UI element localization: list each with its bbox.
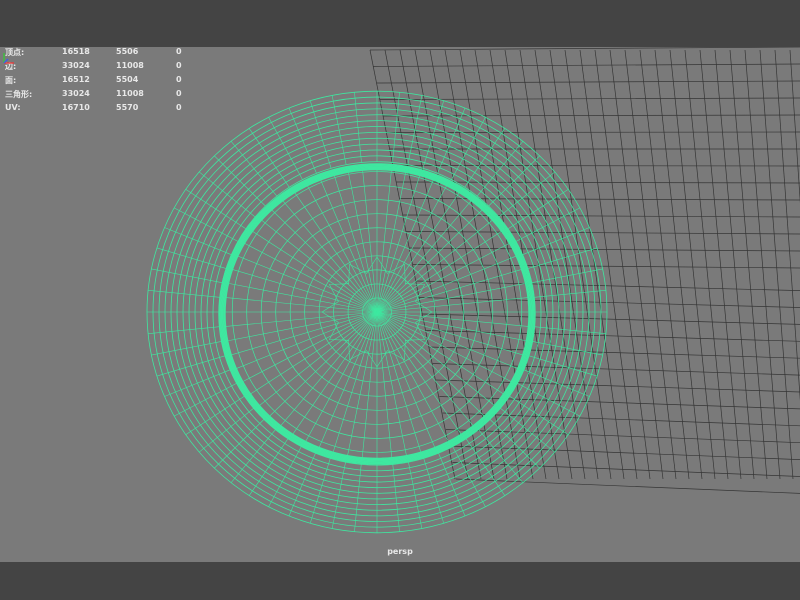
hud-value: 16518 (62, 47, 90, 56)
hud-label: 面: (5, 76, 17, 85)
hud-label: 三角形: (5, 90, 33, 99)
plate-wireframe (146, 90, 608, 534)
hud-value: 5504 (116, 75, 139, 84)
hud-value: 16512 (62, 75, 90, 84)
hud-value: 16710 (62, 103, 90, 112)
hud-row-faces: 面: 16512 5504 0 (0, 75, 200, 87)
hud-value: 5506 (116, 47, 139, 56)
hud-value: 0 (176, 89, 182, 98)
hud-value: 0 (176, 47, 182, 56)
persp-viewport[interactable]: 顶点: 16518 5506 0 边: 33024 11008 0 面: 165… (0, 47, 800, 562)
top-toolbar-area (0, 0, 800, 47)
hud-value: 33024 (62, 89, 90, 98)
hud-row-triangles: 三角形: 33024 11008 0 (0, 89, 200, 101)
view-axis-icon (3, 53, 14, 64)
camera-name-label: persp (387, 547, 413, 556)
hud-value: 0 (176, 103, 182, 112)
hud-row-vertices: 顶点: 16518 5506 0 (0, 47, 200, 59)
hud-row-edges: 边: 33024 11008 0 (0, 61, 200, 73)
bottom-bar-area (0, 562, 800, 600)
hud-value: 33024 (62, 61, 90, 70)
hud-label: UV: (5, 103, 21, 112)
hud-value: 11008 (116, 61, 144, 70)
hud-value: 0 (176, 61, 182, 70)
hud-value: 0 (176, 75, 182, 84)
hud-value: 5570 (116, 103, 139, 112)
wireframe-scene[interactable] (0, 47, 800, 562)
hud-value: 11008 (116, 89, 144, 98)
hud-row-uvs: UV: 16710 5570 0 (0, 103, 200, 115)
